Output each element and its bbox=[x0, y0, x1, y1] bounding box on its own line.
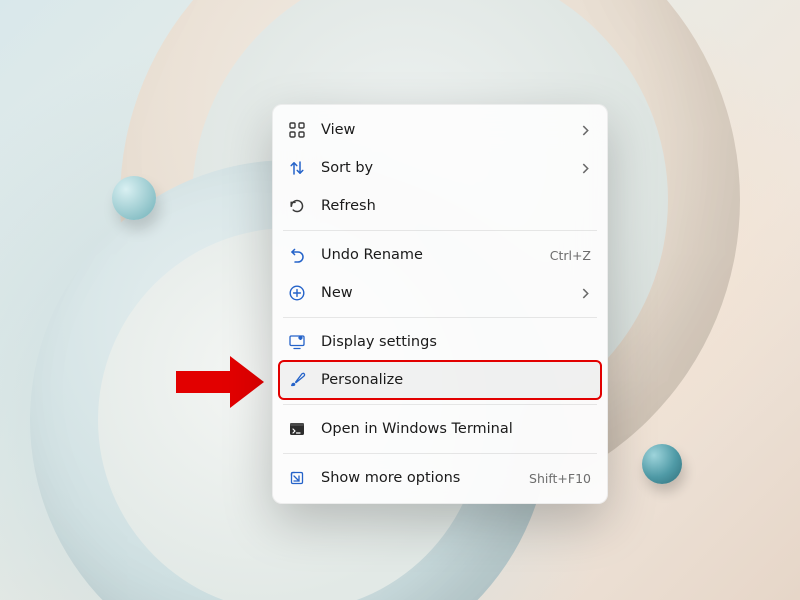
chevron-right-icon bbox=[580, 163, 591, 174]
menu-item-label: Sort by bbox=[321, 160, 572, 176]
desktop-wallpaper[interactable]: View Sort by Refresh bbox=[0, 0, 800, 600]
menu-item-undo-rename[interactable]: Undo Rename Ctrl+Z bbox=[279, 236, 601, 274]
menu-item-label: Undo Rename bbox=[321, 247, 542, 263]
menu-item-new[interactable]: New bbox=[279, 274, 601, 312]
personalize-icon bbox=[287, 370, 307, 390]
sort-icon bbox=[287, 158, 307, 178]
menu-item-open-in-windows-terminal[interactable]: Open in Windows Terminal bbox=[279, 410, 601, 448]
menu-item-sort-by[interactable]: Sort by bbox=[279, 149, 601, 187]
menu-item-label: Open in Windows Terminal bbox=[321, 421, 591, 437]
new-icon bbox=[287, 283, 307, 303]
menu-separator bbox=[283, 230, 597, 231]
menu-item-label: Show more options bbox=[321, 470, 521, 486]
menu-item-label: View bbox=[321, 122, 572, 138]
callout-arrow bbox=[176, 356, 264, 408]
desktop-context-menu: View Sort by Refresh bbox=[272, 104, 608, 504]
chevron-right-icon bbox=[580, 288, 591, 299]
terminal-icon bbox=[287, 419, 307, 439]
menu-separator bbox=[283, 317, 597, 318]
menu-item-label: Personalize bbox=[321, 372, 591, 388]
wallpaper-shape bbox=[642, 444, 682, 484]
menu-item-label: Display settings bbox=[321, 334, 591, 350]
wallpaper-shape bbox=[112, 176, 156, 220]
undo-icon bbox=[287, 245, 307, 265]
refresh-icon bbox=[287, 196, 307, 216]
menu-item-shortcut: Shift+F10 bbox=[529, 471, 591, 486]
chevron-right-icon bbox=[580, 125, 591, 136]
menu-item-refresh[interactable]: Refresh bbox=[279, 187, 601, 225]
menu-separator bbox=[283, 453, 597, 454]
menu-item-show-more-options[interactable]: Show more options Shift+F10 bbox=[279, 459, 601, 497]
menu-item-shortcut: Ctrl+Z bbox=[550, 248, 591, 263]
menu-item-personalize[interactable]: Personalize bbox=[279, 361, 601, 399]
view-icon bbox=[287, 120, 307, 140]
menu-separator bbox=[283, 404, 597, 405]
show-more-icon bbox=[287, 468, 307, 488]
display-settings-icon bbox=[287, 332, 307, 352]
menu-item-display-settings[interactable]: Display settings bbox=[279, 323, 601, 361]
menu-item-label: New bbox=[321, 285, 572, 301]
menu-item-label: Refresh bbox=[321, 198, 591, 214]
menu-item-view[interactable]: View bbox=[279, 111, 601, 149]
